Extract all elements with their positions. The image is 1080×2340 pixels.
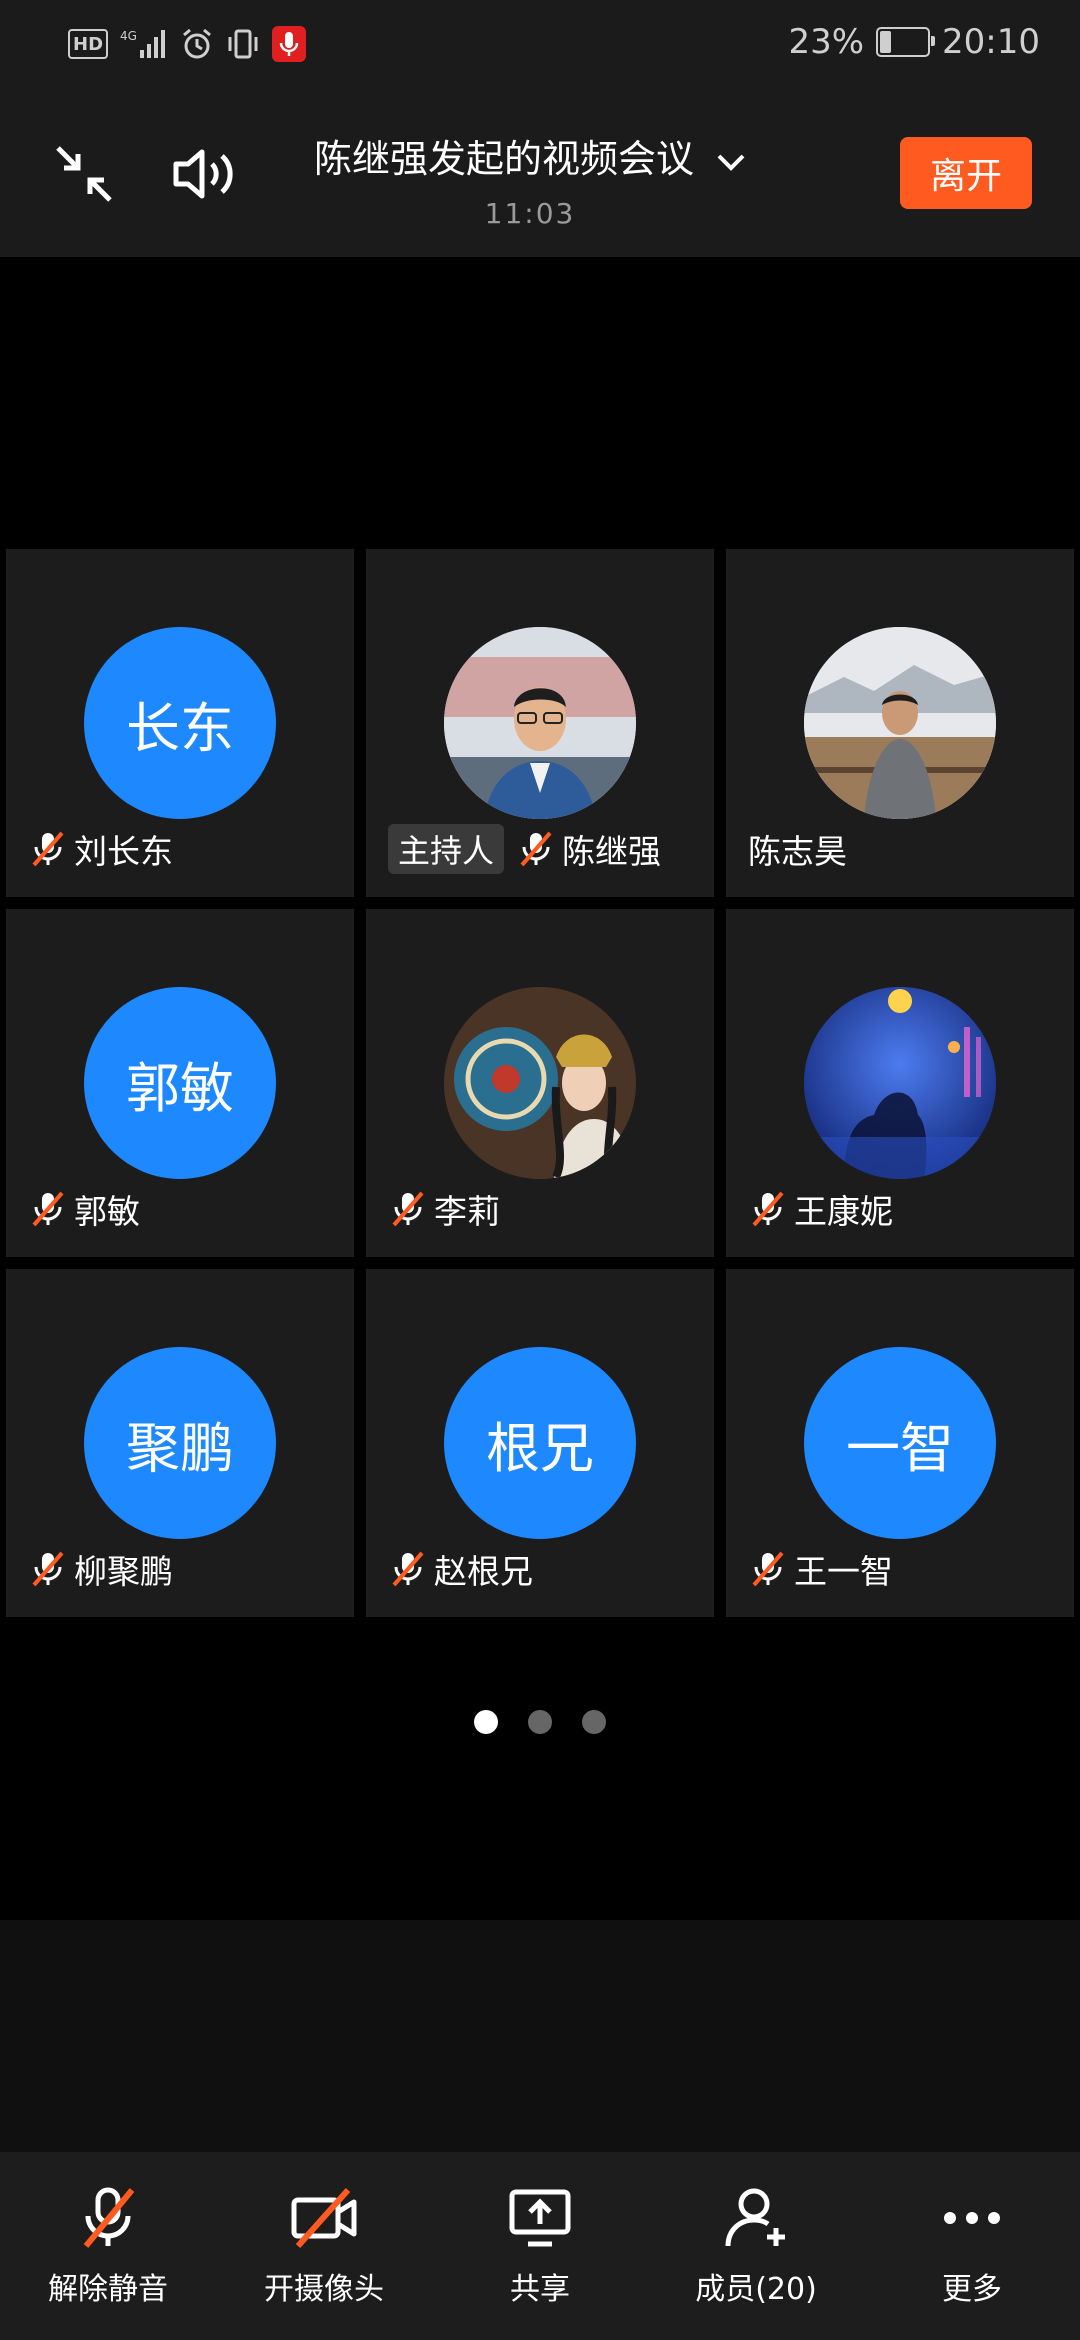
meeting-title-text: 陈继强发起的视频会议 bbox=[313, 137, 694, 181]
more-dots-icon bbox=[944, 2212, 1000, 2224]
participant-footer: 郭敏 bbox=[28, 1184, 140, 1234]
mic-muted-icon bbox=[32, 1551, 64, 1587]
unmute-button[interactable]: 解除静音 bbox=[0, 2152, 216, 2340]
avatar: 根兄 bbox=[444, 1347, 636, 1539]
hd-icon: HD bbox=[68, 29, 109, 59]
participant-name: 赵根兄 bbox=[434, 1552, 533, 1591]
mic-muted-icon bbox=[392, 1191, 424, 1227]
mic-muted-icon bbox=[520, 831, 552, 867]
more-label: 更多 bbox=[942, 2272, 1002, 2307]
unmute-label: 解除静音 bbox=[48, 2272, 168, 2307]
chevron-down-icon[interactable] bbox=[716, 137, 746, 181]
participant-footer: 李莉 bbox=[388, 1184, 500, 1234]
share-button[interactable]: 共享 bbox=[432, 2152, 648, 2340]
participant-footer: 王一智 bbox=[748, 1544, 893, 1594]
host-badge: 主持人 bbox=[388, 824, 505, 874]
mic-muted-icon bbox=[752, 1191, 784, 1227]
page-dot-2[interactable] bbox=[528, 1710, 552, 1734]
leave-button[interactable]: 离开 bbox=[900, 137, 1032, 209]
participant-name: 李莉 bbox=[434, 1192, 500, 1231]
members-label: 成员(20) bbox=[695, 2272, 817, 2307]
more-button[interactable]: 更多 bbox=[864, 2152, 1080, 2340]
page-indicator[interactable] bbox=[0, 1710, 1080, 1734]
speaker-icon bbox=[173, 149, 233, 199]
meeting-title-area[interactable]: 陈继强发起的视频会议 11:03 bbox=[290, 128, 770, 230]
participant-footer: 刘长东 bbox=[28, 824, 173, 874]
avatar: 长东 bbox=[84, 627, 276, 819]
share-label: 共享 bbox=[510, 2272, 570, 2307]
participant-name: 王康妮 bbox=[794, 1192, 893, 1231]
minimize-button[interactable] bbox=[52, 142, 116, 210]
participant-tile[interactable]: 王康妮 bbox=[726, 909, 1074, 1257]
meeting-toolbar: 解除静音 开摄像头 共享 成员(20) 更多 bbox=[0, 2152, 1080, 2340]
meeting-duration: 11:03 bbox=[484, 197, 576, 230]
camera-label: 开摄像头 bbox=[264, 2272, 384, 2307]
signal-4g-icon: 4G bbox=[120, 26, 168, 62]
avatar: 郭敏 bbox=[84, 987, 276, 1179]
alarm-icon bbox=[180, 26, 214, 62]
participant-tile[interactable]: 陈志昊 bbox=[726, 549, 1074, 897]
participant-name: 王一智 bbox=[794, 1552, 893, 1591]
camera-off-icon bbox=[291, 2188, 357, 2248]
battery-percent: 23% bbox=[788, 22, 865, 62]
battery-charging-icon bbox=[876, 27, 936, 57]
speaker-button[interactable] bbox=[170, 144, 240, 208]
status-icons-right: 23% 20:10 bbox=[788, 22, 1040, 62]
participant-tile[interactable]: 李莉 bbox=[366, 909, 714, 1257]
participant-tile[interactable]: 一智 王一智 bbox=[726, 1269, 1074, 1617]
vibrate-icon bbox=[226, 26, 260, 62]
avatar: 一智 bbox=[804, 1347, 996, 1539]
participant-tile[interactable]: 聚鹏 柳聚鹏 bbox=[6, 1269, 354, 1617]
mic-muted-icon bbox=[32, 1191, 64, 1227]
meeting-header: 陈继强发起的视频会议 11:03 离开 bbox=[0, 92, 1080, 257]
participant-tile[interactable]: 主持人 陈继强 bbox=[366, 549, 714, 897]
mic-muted-icon bbox=[752, 1551, 784, 1587]
avatar-photo bbox=[444, 987, 636, 1179]
status-icons-left: HD 4G bbox=[68, 26, 307, 62]
camera-button[interactable]: 开摄像头 bbox=[216, 2152, 432, 2340]
participant-grid: 长东 刘长东 主持人 陈继强 陈志昊 郭敏 郭敏 李莉 王康妮 聚鹏 柳聚鹏 根… bbox=[6, 549, 1074, 1617]
members-button[interactable]: 成员(20) bbox=[648, 2152, 864, 2340]
participant-tile[interactable]: 长东 刘长东 bbox=[6, 549, 354, 897]
collapse-arrows-icon bbox=[56, 146, 112, 202]
participant-name: 陈继强 bbox=[562, 832, 662, 871]
participant-tile[interactable]: 根兄 赵根兄 bbox=[366, 1269, 714, 1617]
participant-footer: 王康妮 bbox=[748, 1184, 893, 1234]
avatar-photo bbox=[804, 987, 996, 1179]
add-member-icon bbox=[725, 2188, 785, 2247]
clock: 20:10 bbox=[942, 22, 1040, 62]
page-dot-1[interactable] bbox=[474, 1710, 498, 1734]
mic-muted-icon bbox=[392, 1551, 424, 1587]
participant-footer: 主持人 陈继强 bbox=[388, 824, 661, 874]
share-screen-icon bbox=[509, 2189, 571, 2247]
participant-footer: 陈志昊 bbox=[748, 824, 847, 874]
participant-name: 柳聚鹏 bbox=[74, 1552, 173, 1591]
avatar: 聚鹏 bbox=[84, 1347, 276, 1539]
participant-footer: 柳聚鹏 bbox=[28, 1544, 173, 1594]
participant-name: 刘长东 bbox=[74, 832, 173, 871]
mic-recording-icon bbox=[272, 26, 307, 62]
participant-tile[interactable]: 郭敏 郭敏 bbox=[6, 909, 354, 1257]
mic-muted-icon bbox=[83, 2187, 135, 2248]
avatar-photo bbox=[444, 627, 636, 819]
participant-name: 郭敏 bbox=[74, 1192, 140, 1231]
status-bar: HD 4G 23% 20:10 bbox=[0, 0, 1080, 92]
page-dot-3[interactable] bbox=[582, 1710, 606, 1734]
participant-footer: 赵根兄 bbox=[388, 1544, 533, 1594]
mic-muted-icon bbox=[32, 831, 64, 867]
participant-name: 陈志昊 bbox=[748, 832, 847, 871]
svg-text:4G: 4G bbox=[120, 29, 137, 43]
avatar-photo bbox=[804, 627, 996, 819]
meeting-title[interactable]: 陈继强发起的视频会议 bbox=[290, 128, 770, 183]
